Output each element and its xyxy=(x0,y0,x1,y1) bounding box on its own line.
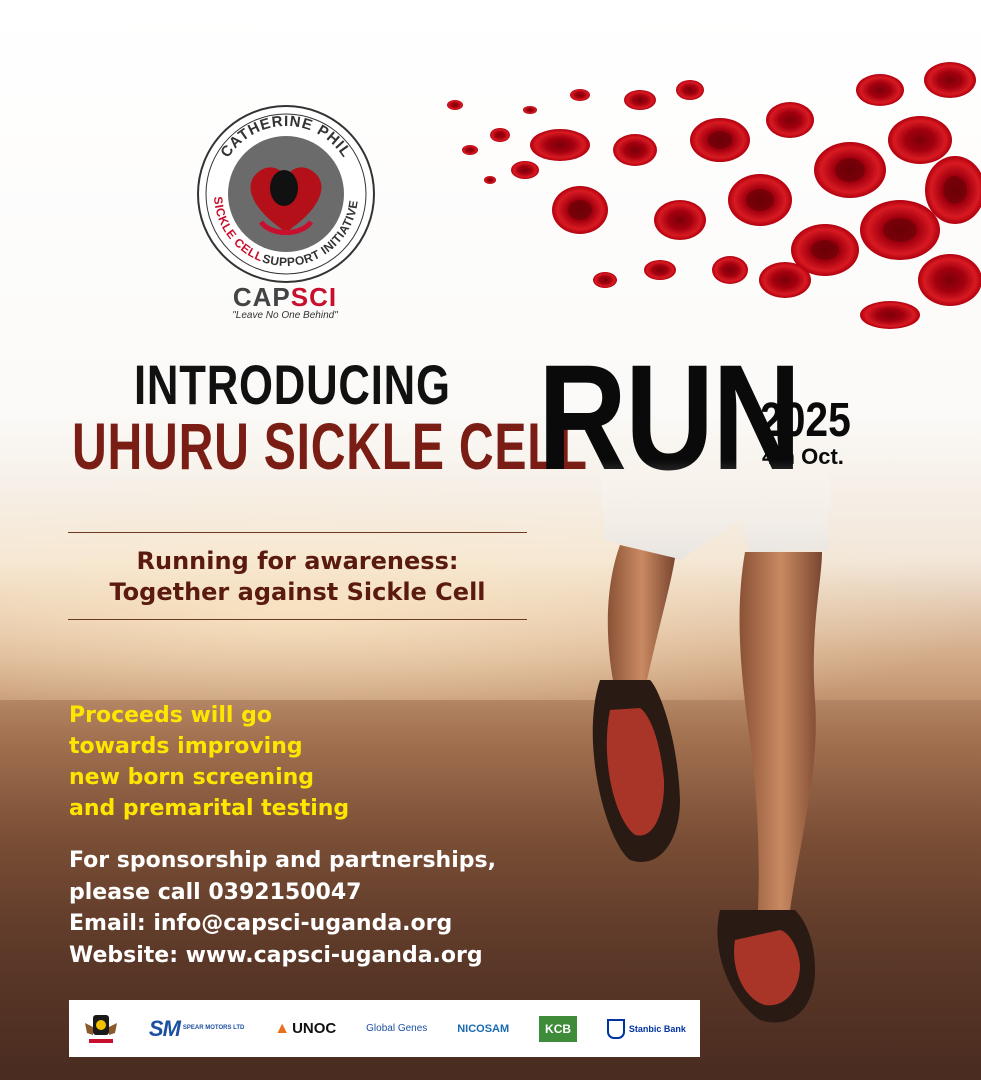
uganda-coat-of-arms-icon xyxy=(85,1014,117,1043)
spear-motors-mark: SM xyxy=(148,1015,181,1041)
flame-icon: ▲ xyxy=(274,1019,291,1037)
logo-abbr-part2: SCI xyxy=(290,282,338,312)
contact-phone-line[interactable]: please call 0392150047 xyxy=(69,877,496,909)
logo-tagline: "Leave No One Behind" xyxy=(232,310,338,321)
capsci-logo: CATHERINE PHIL SICKLE CELL SUPPORT INITI… xyxy=(197,105,375,283)
proceeds-line: towards improving xyxy=(69,734,303,759)
shield-icon xyxy=(606,1018,625,1039)
sponsor-stanbic-bank: Stanbic Bank xyxy=(606,1018,686,1039)
tagline: Running for awareness: Together against … xyxy=(68,546,527,608)
stanbic-name: Stanbic Bank xyxy=(628,1023,686,1034)
sponsor-nicosam: NICOSAM xyxy=(457,1022,510,1035)
tagline-bottom-rule xyxy=(68,619,527,620)
proceeds-line: new born screening xyxy=(69,765,315,790)
proceeds-text: Proceeds will go towards improving new b… xyxy=(69,700,349,824)
proceeds-line: and premarital testing xyxy=(69,796,350,821)
contact-email-line[interactable]: Email: info@capsci-uganda.org xyxy=(69,908,496,940)
event-poster: CATHERINE PHIL SICKLE CELL SUPPORT INITI… xyxy=(0,0,981,1080)
headline-event-name: UHURU SICKLE CELL xyxy=(72,409,588,483)
sponsors-strip: SM SPEAR MOTORS LTD ▲ UNOC Global Genes … xyxy=(69,1000,700,1057)
tagline-line-1: Running for awareness: xyxy=(136,547,459,575)
blood-cells-illustration xyxy=(447,62,981,329)
tagline-line-2: Together against Sickle Cell xyxy=(109,578,486,606)
proceeds-line: Proceeds will go xyxy=(69,703,272,728)
sponsor-spear-motors: SM SPEAR MOTORS LTD xyxy=(149,1016,244,1042)
tagline-top-rule xyxy=(68,532,527,533)
contact-info: For sponsorship and partnerships, please… xyxy=(69,845,496,971)
spear-motors-name: SPEAR MOTORS LTD xyxy=(182,1025,245,1031)
contact-sponsorship-line: For sponsorship and partnerships, xyxy=(69,848,496,873)
sponsor-unoc: ▲ UNOC xyxy=(274,1020,336,1038)
runner-legs-illustration xyxy=(592,460,830,1023)
contact-website-line[interactable]: Website: www.capsci-uganda.org xyxy=(69,940,496,972)
unoc-name: UNOC xyxy=(292,1020,337,1037)
logo-abbr-part1: CAP xyxy=(232,282,291,312)
logo-abbreviation: CAPSCI xyxy=(205,282,365,313)
sponsor-kcb: KCB xyxy=(539,1015,578,1042)
sponsor-global-genes: Global Genes xyxy=(366,1023,428,1034)
